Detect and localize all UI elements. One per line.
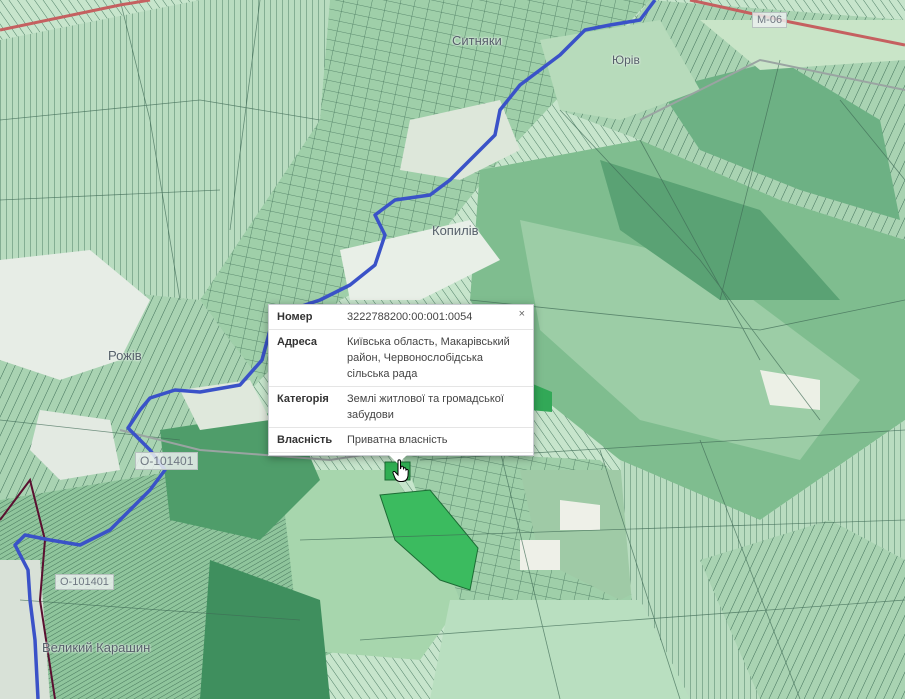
road-badge: О-101401 xyxy=(55,574,114,590)
place-label: Копилів xyxy=(432,223,479,238)
road-badge: О-101401 xyxy=(135,452,199,470)
place-label: Ситняки xyxy=(452,33,502,48)
place-label: Рожів xyxy=(108,348,142,363)
popup-row-ownership: Власність Приватна власність xyxy=(269,428,533,453)
place-label: Юрів xyxy=(612,53,640,67)
ownership-type: Приватна власність xyxy=(347,434,448,446)
parcel-address: Київська область, Макарівський район, Че… xyxy=(347,336,510,380)
land-category: Землі житлової та громадської забудови xyxy=(347,393,504,421)
road-badge: М-06 xyxy=(752,12,788,28)
popup-row-address: Адреса Київська область, Макарівський ра… xyxy=(269,330,533,387)
close-icon[interactable]: × xyxy=(519,308,525,320)
popup-row-number: Номер 3222788200:00:001:0054 xyxy=(269,305,533,330)
popup-key: Адреса xyxy=(277,336,317,348)
hand-cursor-icon xyxy=(392,459,409,482)
popup-key: Категорія xyxy=(277,393,329,405)
parcel-info-popup: × Номер 3222788200:00:001:0054 Адреса Ки… xyxy=(268,304,534,464)
place-label: Великий Карашин xyxy=(42,640,151,655)
popup-row-category: Категорія Землі житлової та громадської … xyxy=(269,387,533,428)
cadastral-map[interactable]: Ситняки Юрів Копилів Рожів Великий Караш… xyxy=(0,0,905,699)
popup-key: Номер xyxy=(277,311,313,323)
cadastral-number: 3222788200:00:001:0054 xyxy=(347,311,473,323)
popup-key: Власність xyxy=(277,434,333,446)
